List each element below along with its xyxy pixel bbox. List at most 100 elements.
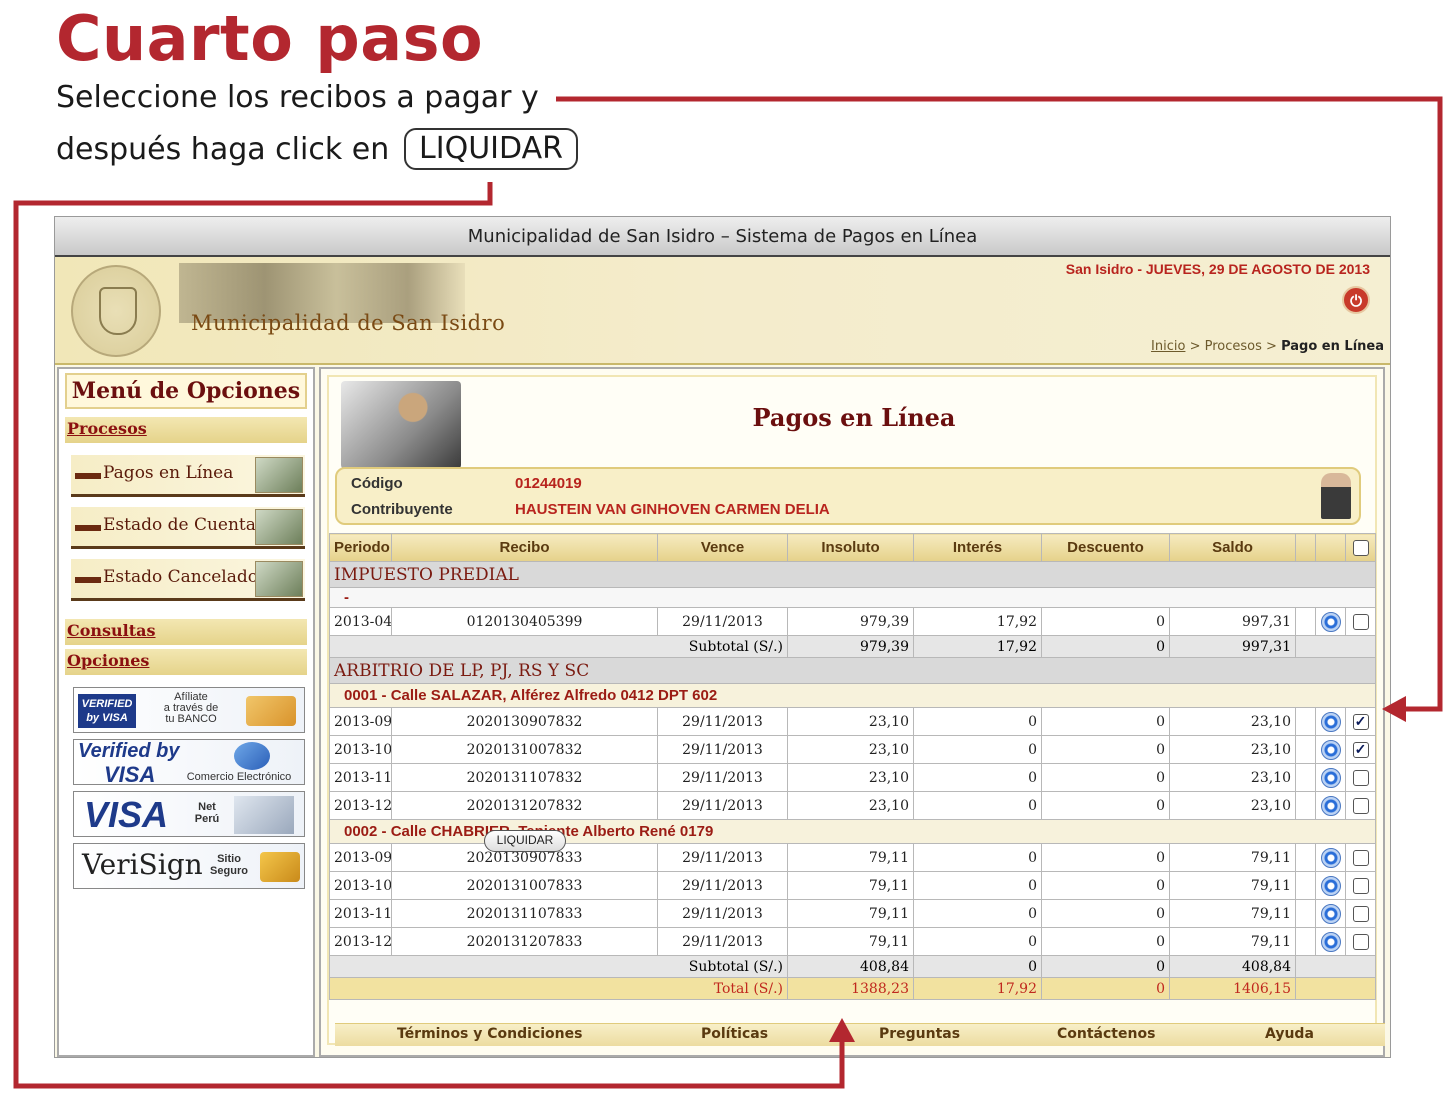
badge-text: Perú: [194, 813, 220, 825]
vence-cell: 29/11/2013: [657, 607, 788, 636]
table-row: 2013-12 2020131207833 29/11/2013 79,11 0 0 79,…: [329, 927, 1376, 956]
breadcrumb-home-link[interactable]: Inicio: [1151, 339, 1185, 354]
sidebar-title: Menú de Opciones: [65, 373, 307, 409]
spacer-cell: [1295, 927, 1316, 956]
table-row: 2013-11 2020131107833 29/11/2013 79,11 0 0 79,…: [329, 899, 1376, 928]
spacer-cell: [1295, 871, 1316, 900]
receipt-checkbox[interactable]: [1352, 614, 1369, 631]
sidebar-section-procesos[interactable]: Procesos: [65, 417, 307, 443]
interes-cell: 0: [913, 843, 1042, 872]
saldo-cell: 79,11: [1169, 871, 1296, 900]
taxpayer-info-box: Código 01244019 Contribuyente HAUSTEIN V…: [335, 467, 1361, 525]
app-window: Municipalidad de San Isidro – Sistema de…: [54, 216, 1391, 1058]
periodo-cell: 2013-09: [329, 843, 392, 872]
receipt-checkbox[interactable]: [1352, 770, 1369, 787]
info-circle-icon[interactable]: [1320, 795, 1341, 816]
checkbox-cell: [1345, 791, 1376, 820]
vence-cell: 29/11/2013: [657, 871, 788, 900]
info-circle-icon[interactable]: [1320, 739, 1341, 760]
receipt-checkbox[interactable]: ✓: [1352, 742, 1369, 759]
saldo-cell: 79,11: [1169, 927, 1296, 956]
descuento-cell: 0: [1041, 735, 1170, 764]
subtotal-label: Subtotal (S/.): [329, 635, 788, 658]
info-circle-icon[interactable]: [1320, 903, 1341, 924]
info-cell: [1315, 927, 1346, 956]
interes-cell: 0: [913, 927, 1042, 956]
lock-logout-icon[interactable]: ⏻: [1342, 286, 1370, 314]
column-header: Recibo: [391, 533, 658, 562]
contribuyente-label: Contribuyente: [351, 501, 453, 518]
footer-links-bar: Términos y Condiciones Políticas Pregunt…: [335, 1023, 1385, 1046]
select-all-checkbox[interactable]: [1352, 540, 1369, 557]
interes-cell: 0: [913, 763, 1042, 792]
info-cell: [1315, 607, 1346, 636]
verisign-badge[interactable]: VeriSign Sitio Seguro: [73, 843, 305, 889]
table-row: 2013-09 2020130907832 29/11/2013 23,10 0 0 23,…: [329, 707, 1376, 736]
column-header: Saldo: [1169, 533, 1296, 562]
periodo-cell: 2013-10: [329, 871, 392, 900]
sidebar-item-estado-de-cuenta[interactable]: Estado de Cuenta: [71, 507, 305, 549]
total-row: Total (S/.) 1388,23 17,92 0 1406,15: [329, 977, 1376, 1000]
footer-link-contactenos[interactable]: Contáctenos: [1057, 1026, 1155, 1042]
saldo-cell: 23,10: [1169, 707, 1296, 736]
verified-by-visa-commerce-badge[interactable]: Verified by VISA Comercio Electrónico: [73, 739, 305, 785]
sidebar-section-consultas[interactable]: Consultas: [65, 619, 307, 645]
periodo-cell: 2013-12: [329, 927, 392, 956]
sidebar-section-opciones[interactable]: Opciones: [65, 649, 307, 675]
info-circle-icon[interactable]: [1320, 847, 1341, 868]
verified-by-visa-bank-badge[interactable]: VERIFIED by VISA Afíliate a través de tu…: [73, 687, 305, 733]
breadcrumb: Inicio > Procesos > Pago en Línea: [1151, 339, 1384, 354]
footer-link-terminos[interactable]: Términos y Condiciones: [397, 1026, 582, 1042]
subtotal-insoluto: 979,39: [787, 635, 914, 658]
info-circle-icon[interactable]: [1320, 711, 1341, 732]
interes-cell: 0: [913, 791, 1042, 820]
insoluto-cell: 23,10: [787, 763, 914, 792]
info-circle-icon[interactable]: [1320, 767, 1341, 788]
footer-link-politicas[interactable]: Políticas: [701, 1026, 768, 1042]
info-circle-icon[interactable]: [1320, 611, 1341, 632]
receipt-checkbox[interactable]: ✓: [1352, 714, 1369, 731]
descuento-cell: 0: [1041, 791, 1170, 820]
info-cell: [1315, 843, 1346, 872]
spacer-cell: [1295, 635, 1376, 658]
spacer-cell: [1295, 791, 1316, 820]
vence-cell: 29/11/2013: [657, 707, 788, 736]
verified-visa-logo: VERIFIED by VISA: [78, 694, 136, 728]
column-header: Interés: [913, 533, 1042, 562]
periodo-cell: 2013-10: [329, 735, 392, 764]
address-row: -: [329, 587, 1376, 608]
subtotal-row: Subtotal (S/.) 408,84 0 0 408,84: [329, 955, 1376, 978]
info-circle-icon[interactable]: [1320, 931, 1341, 952]
interes-cell: 0: [913, 871, 1042, 900]
address-title: -: [329, 587, 1376, 608]
receipts-table: Periodo Recibo Vence Insoluto Interés De…: [329, 533, 1376, 1000]
table-row: 2013-11 2020131107832 29/11/2013 23,10 0 0 23,…: [329, 763, 1376, 792]
saldo-cell: 23,10: [1169, 735, 1296, 764]
receipt-checkbox[interactable]: [1352, 878, 1369, 895]
subtotal-label: Subtotal (S/.): [329, 955, 788, 978]
info-cell: [1315, 871, 1346, 900]
info-cell: [1315, 735, 1346, 764]
footer-link-preguntas[interactable]: Preguntas: [879, 1026, 960, 1042]
vence-cell: 29/11/2013: [657, 735, 788, 764]
receipt-checkbox[interactable]: [1352, 798, 1369, 815]
vence-cell: 29/11/2013: [657, 791, 788, 820]
receipt-checkbox[interactable]: [1352, 934, 1369, 951]
liquidar-button[interactable]: LIQUIDAR: [484, 830, 566, 852]
column-header: Periodo: [329, 533, 392, 562]
sidebar-item-estado-cancelado[interactable]: Estado Cancelado: [71, 559, 305, 601]
calculator-icon: [255, 509, 303, 545]
visa-net-peru-badge[interactable]: VISA Net Perú: [73, 791, 305, 837]
sidebar-item-pagos-en-linea[interactable]: Pagos en Línea: [71, 455, 305, 497]
footer-link-ayuda[interactable]: Ayuda: [1265, 1026, 1314, 1042]
total-saldo: 1406,15: [1169, 977, 1296, 1000]
receipt-checkbox[interactable]: [1352, 906, 1369, 923]
group-title: ARBITRIO DE LP, PJ, RS Y SC: [329, 657, 1376, 684]
receipt-checkbox[interactable]: [1352, 850, 1369, 867]
info-circle-icon[interactable]: [1320, 875, 1341, 896]
people-photo: [234, 796, 294, 834]
instruction-line-2: después haga click en: [56, 132, 390, 167]
contribuyente-value: HAUSTEIN VAN GINHOVEN CARMEN DELIA: [515, 501, 830, 518]
descuento-cell: 0: [1041, 607, 1170, 636]
businessman-icon: [255, 457, 303, 493]
